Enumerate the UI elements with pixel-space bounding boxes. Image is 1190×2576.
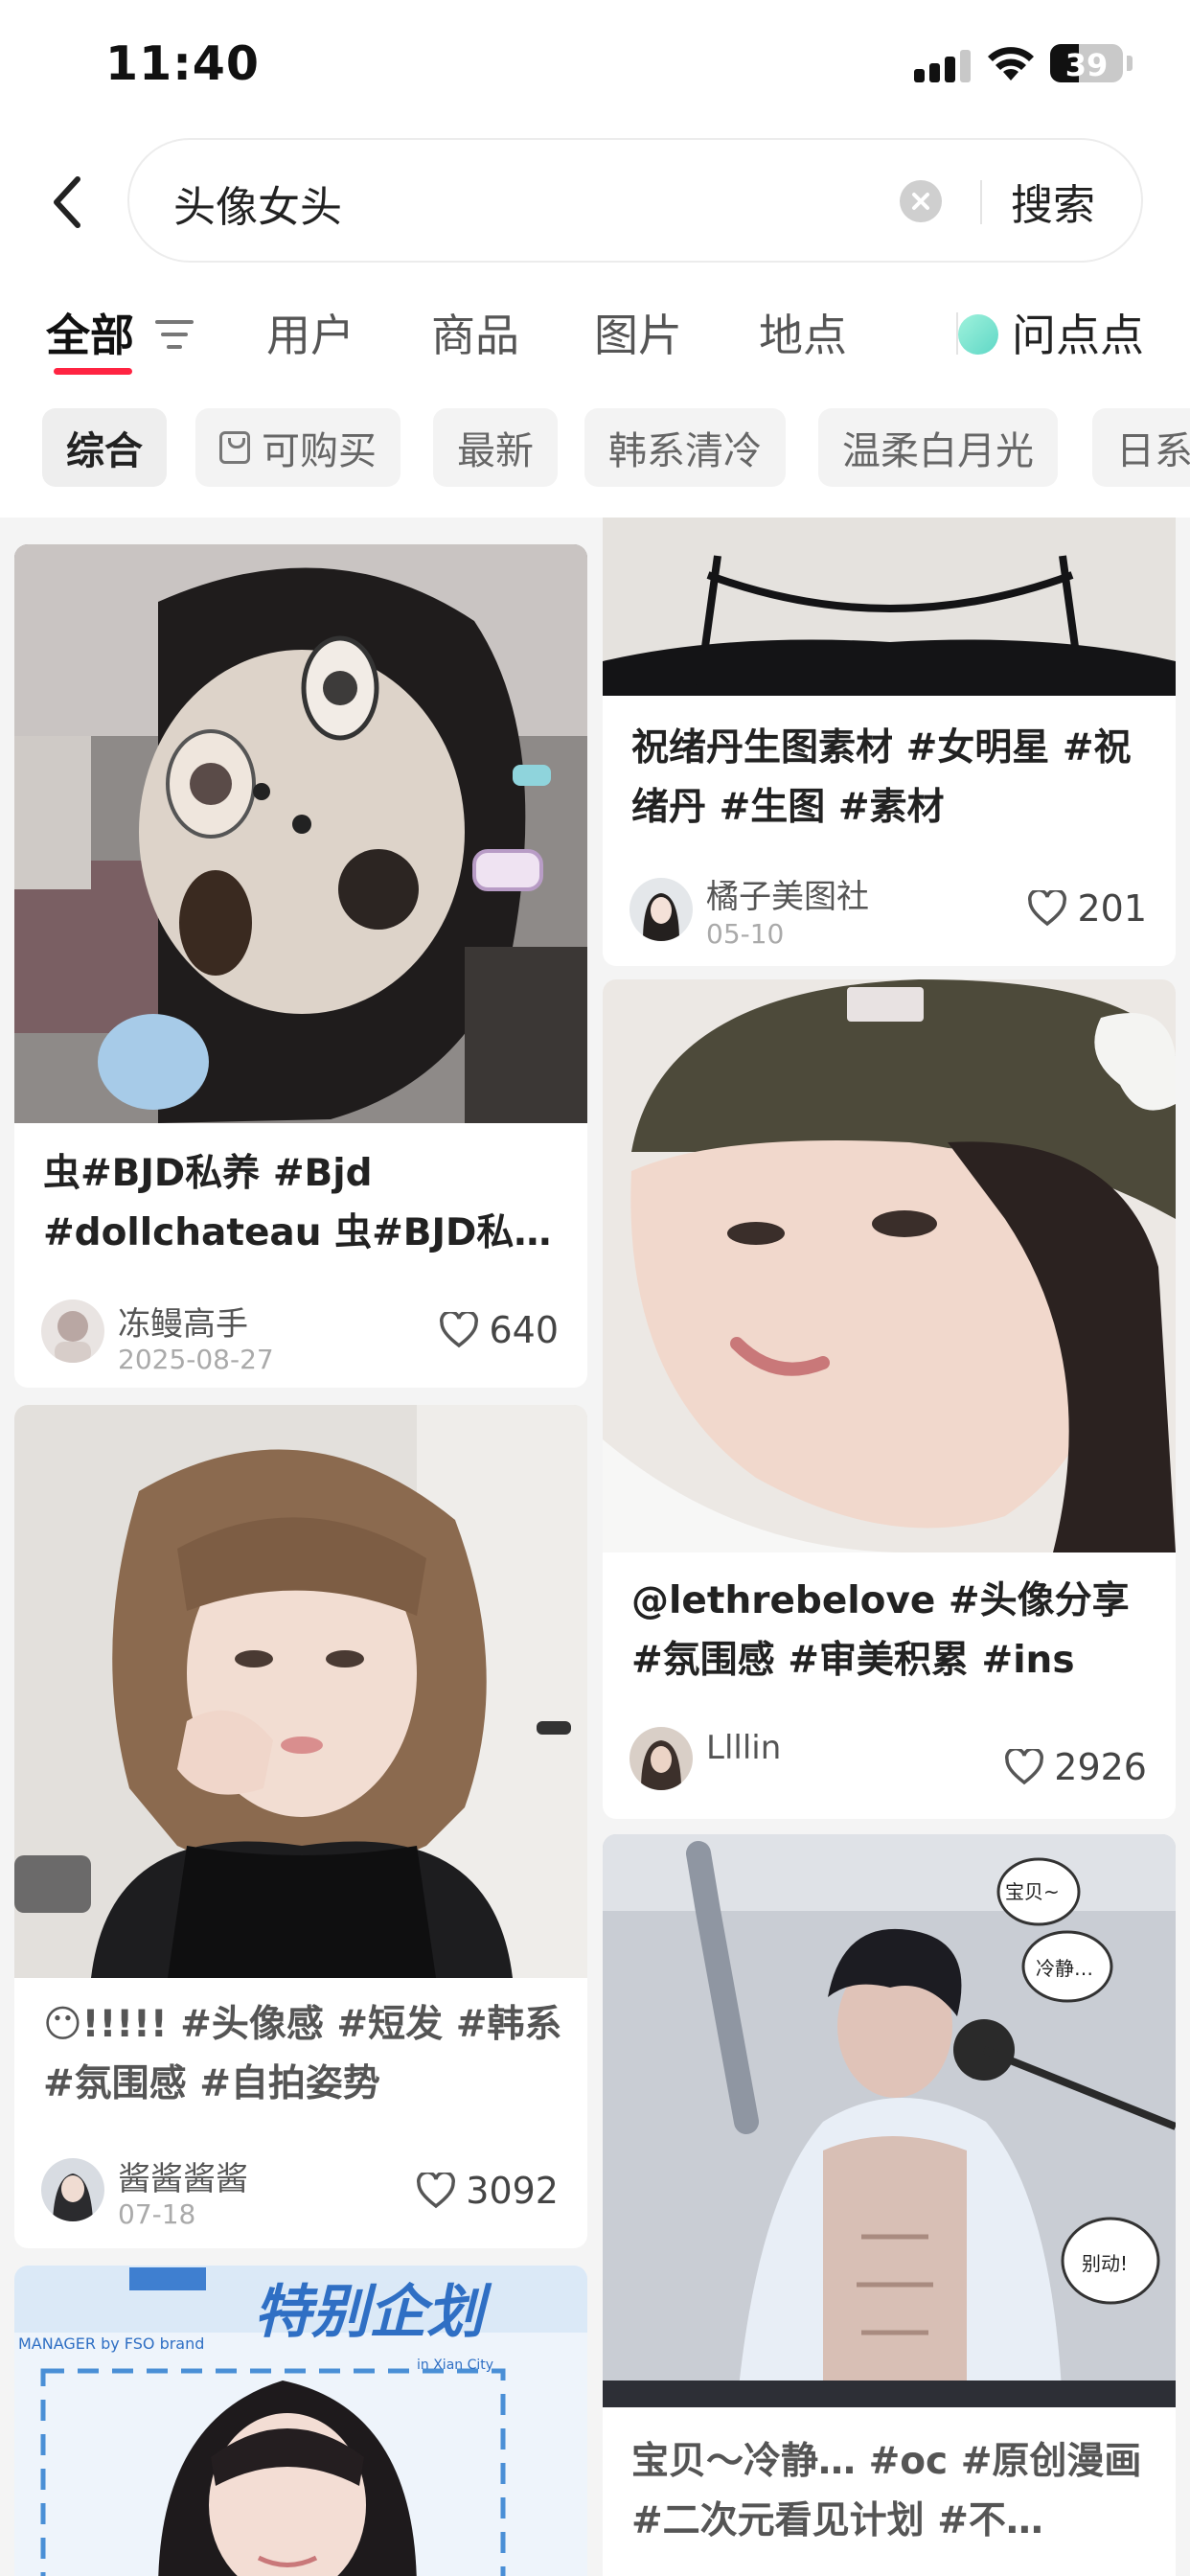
search-results-page: 11:40 39 头像女头 搜索 全部 用户 商品 图片 地点 问点点 综合 可… xyxy=(0,0,1190,2576)
chip-purchasable-label: 可购买 xyxy=(262,429,377,473)
note-title: 虫#BJD私养 #Bjd #dollchateau 虫#BJD私… xyxy=(43,1152,552,1254)
chip-comprehensive[interactable]: 综合 xyxy=(42,408,167,487)
chip-japanese[interactable]: 日系 xyxy=(1092,408,1190,487)
tab-all[interactable]: 全部 xyxy=(46,301,134,364)
face-emoji-icon: 😶 xyxy=(43,2003,82,2046)
banner-location: in Xian City xyxy=(417,2358,494,2373)
speech-bubble: 宝贝~ xyxy=(1005,1880,1060,1903)
cellular-signal-icon xyxy=(914,50,972,82)
note-cover-image xyxy=(603,979,1176,1552)
heart-icon xyxy=(417,2173,456,2209)
like-count: 201 xyxy=(1077,887,1147,930)
like-count: 3092 xyxy=(466,2170,559,2212)
ask-dot-icon xyxy=(958,314,998,355)
like-button[interactable]: 2926 xyxy=(1004,1746,1147,1788)
banner-title: 特别企划 xyxy=(254,2279,484,2346)
note-title: @lethrebelove #头像分享 #氛围感 #审美积累 #ins #i… xyxy=(631,1579,1130,1682)
note-cover-image xyxy=(603,518,1176,696)
avatar xyxy=(41,2158,104,2221)
filter-icon[interactable] xyxy=(153,316,195,353)
result-tabs: 全部 用户 商品 图片 地点 问点点 xyxy=(0,288,1190,383)
note-card[interactable]: @lethrebelove #头像分享 #氛围感 #审美积累 #ins #i… … xyxy=(603,979,1176,1819)
note-date: 2025-08-27 xyxy=(118,1344,274,1375)
note-card[interactable]: 😶!!!!! #头像感 #短发 #韩系 #氛围感 #自拍姿势 酱酱酱酱 07-1… xyxy=(14,1405,587,2248)
battery-tip xyxy=(1127,56,1133,71)
note-cover-image xyxy=(14,544,587,1123)
note-title: 😶!!!!! #头像感 #短发 #韩系 #氛围感 #自拍姿势 xyxy=(43,2003,562,2105)
status-bar: 11:40 39 xyxy=(0,0,1190,130)
speech-bubble: 别动! xyxy=(1082,2252,1129,2275)
heart-icon xyxy=(1028,890,1067,927)
close-icon xyxy=(912,193,929,210)
top-bar: 11:40 39 头像女头 搜索 全部 用户 商品 图片 地点 问点点 综合 可… xyxy=(0,0,1190,518)
chip-korean-cool[interactable]: 韩系清冷 xyxy=(584,408,786,487)
status-time: 11:40 xyxy=(105,36,260,91)
tab-images[interactable]: 图片 xyxy=(594,301,682,364)
author-name: Llllin xyxy=(706,1729,782,1767)
search-input[interactable]: 头像女头 搜索 xyxy=(127,138,1143,263)
note-card[interactable]: 特别企划 MANAGER by FSO brand in Xian City xyxy=(14,2266,587,2576)
avatar xyxy=(41,1300,104,1363)
avatar xyxy=(629,878,693,941)
back-button[interactable] xyxy=(38,169,96,236)
tab-ask[interactable]: 问点点 xyxy=(1012,301,1144,364)
active-tab-indicator xyxy=(54,368,132,375)
note-cover-image xyxy=(14,1405,587,1978)
tab-places[interactable]: 地点 xyxy=(759,301,847,364)
note-card[interactable]: 祝绪丹生图素材 #女明星 #祝绪丹 #生图 #素材 橘子美图社 05-10 20… xyxy=(603,518,1176,966)
banner-subtitle: MANAGER by FSO brand xyxy=(18,2334,205,2353)
note-cover-image xyxy=(603,1834,1176,2407)
search-query: 头像女头 xyxy=(173,183,342,232)
search-divider xyxy=(980,180,982,224)
tab-users[interactable]: 用户 xyxy=(266,301,355,364)
note-title: 宝贝～冷静… #oc #原创漫画 #二次元看见计划 #不… xyxy=(631,2440,1142,2542)
avatar xyxy=(629,1727,693,1790)
shopping-bag-icon xyxy=(219,431,250,464)
chevron-left-icon xyxy=(54,176,80,228)
chip-gentle[interactable]: 温柔白月光 xyxy=(818,408,1058,487)
results-feed: 虫#BJD私养 #Bjd #dollchateau 虫#BJD私… 冻鳗高手 2… xyxy=(0,518,1190,2576)
like-button[interactable]: 3092 xyxy=(416,2170,559,2212)
tab-products[interactable]: 商品 xyxy=(431,301,519,364)
note-date: 07-18 xyxy=(118,2198,196,2230)
note-card[interactable]: 虫#BJD私养 #Bjd #dollchateau 虫#BJD私… 冻鳗高手 2… xyxy=(14,544,587,1388)
like-button[interactable]: 201 xyxy=(1027,887,1147,930)
note-card[interactable]: 宝贝~ 冷静… 别动! 宝贝～冷静… #oc #原创漫画 #二次元看见计划 #不… xyxy=(603,1834,1176,2576)
chip-latest[interactable]: 最新 xyxy=(433,408,558,487)
like-button[interactable]: 640 xyxy=(439,1309,559,1351)
search-button[interactable]: 搜索 xyxy=(1011,171,1095,232)
note-date: 05-10 xyxy=(706,918,785,950)
like-count: 640 xyxy=(489,1309,559,1351)
battery-icon: 39 xyxy=(1050,44,1123,82)
search-row: 头像女头 搜索 xyxy=(0,130,1190,274)
clear-search-button[interactable] xyxy=(900,180,942,222)
chip-purchasable[interactable]: 可购买 xyxy=(195,408,400,487)
wifi-icon xyxy=(988,47,1034,80)
heart-icon xyxy=(1005,1749,1044,1785)
speech-bubble: 冷静… xyxy=(1036,1957,1093,1980)
author-name: 冻鳗高手 xyxy=(118,1305,248,1344)
author-name: 酱酱酱酱 xyxy=(118,2160,248,2198)
heart-icon xyxy=(440,1312,479,1348)
battery-level: 39 xyxy=(1064,47,1109,82)
filter-chips: 综合 可购买 最新 韩系清冷 温柔白月光 日系 xyxy=(0,404,1190,491)
note-title: 祝绪丹生图素材 #女明星 #祝绪丹 #生图 #素材 xyxy=(631,726,1132,829)
author-name: 橘子美图社 xyxy=(706,878,869,916)
like-count: 2926 xyxy=(1054,1746,1147,1788)
